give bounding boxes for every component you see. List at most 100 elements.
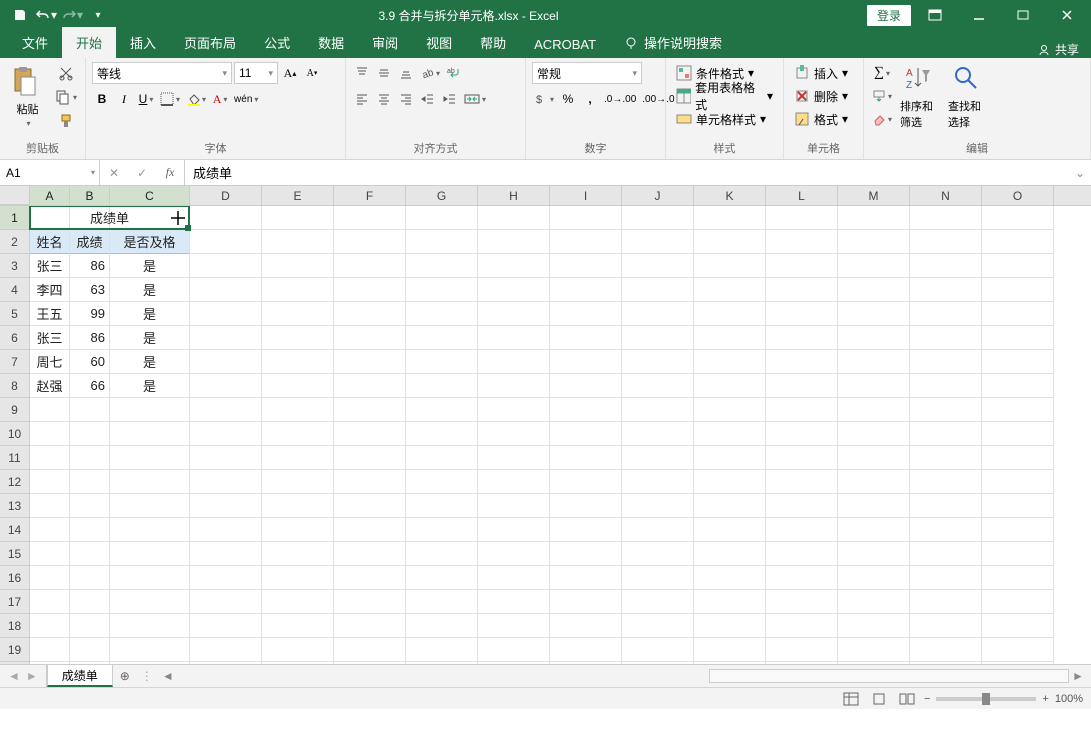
cell-A7[interactable]: 周七 <box>30 350 70 374</box>
row-header-9[interactable]: 9 <box>0 398 29 422</box>
row-header-7[interactable]: 7 <box>0 350 29 374</box>
orientation-button[interactable]: ab▾ <box>418 62 442 84</box>
row-header-1[interactable]: 1 <box>0 206 29 230</box>
tab-help[interactable]: 帮助 <box>466 27 520 58</box>
cell-A5[interactable]: 王五 <box>30 302 70 326</box>
share-button[interactable]: 共享 <box>1037 41 1079 58</box>
cell-C4[interactable]: 是 <box>110 278 190 302</box>
redo-icon[interactable]: ▾ <box>60 3 84 27</box>
row-header-6[interactable]: 6 <box>0 326 29 350</box>
tab-formulas[interactable]: 公式 <box>250 27 304 58</box>
tab-home[interactable]: 开始 <box>62 27 116 58</box>
zoom-value[interactable]: 100% <box>1055 693 1083 705</box>
cancel-edit-button[interactable]: ✕ <box>100 166 128 180</box>
cell-C6[interactable]: 是 <box>110 326 190 350</box>
tab-data[interactable]: 数据 <box>304 27 358 58</box>
row-header-14[interactable]: 14 <box>0 518 29 542</box>
tab-review[interactable]: 审阅 <box>358 27 412 58</box>
percent-button[interactable]: % <box>558 88 578 110</box>
table-format-button[interactable]: 套用表格格式▾ <box>672 85 777 107</box>
cut-button[interactable] <box>53 62 79 84</box>
login-button[interactable]: 登录 <box>867 5 911 26</box>
increase-decimal-button[interactable]: .0→.00 <box>602 88 638 110</box>
phonetic-button[interactable]: wén▾ <box>232 88 260 110</box>
bold-button[interactable]: B <box>92 88 112 110</box>
row-header-13[interactable]: 13 <box>0 494 29 518</box>
tell-me[interactable]: 操作说明搜索 <box>610 27 736 58</box>
align-left-button[interactable] <box>352 88 372 110</box>
row-header-20[interactable]: 20 <box>0 662 29 664</box>
clear-button[interactable]: ▾ <box>870 108 894 130</box>
cell-C3[interactable]: 是 <box>110 254 190 278</box>
italic-button[interactable]: I <box>114 88 134 110</box>
cell-A1[interactable]: 成绩单 <box>30 206 190 230</box>
row-header-16[interactable]: 16 <box>0 566 29 590</box>
col-header-E[interactable]: E <box>262 186 334 205</box>
row-header-5[interactable]: 5 <box>0 302 29 326</box>
row-header-3[interactable]: 3 <box>0 254 29 278</box>
cell-C2[interactable]: 是否及格 <box>110 230 190 254</box>
copy-button[interactable]: ▾ <box>53 86 79 108</box>
ribbon-display-icon[interactable] <box>915 1 955 29</box>
tab-layout[interactable]: 页面布局 <box>170 27 250 58</box>
sheet-nav-prev[interactable]: ◄ <box>8 669 20 683</box>
border-button[interactable]: ▾ <box>158 88 182 110</box>
number-format-select[interactable]: 常规▾ <box>532 62 642 84</box>
fill-button[interactable]: ▾ <box>870 85 894 107</box>
wrap-text-button[interactable]: ab <box>444 62 464 84</box>
cell-A8[interactable]: 赵强 <box>30 374 70 398</box>
cells-canvas[interactable]: 成绩单姓名成绩是否及格张三86是李四63是王五99是张三86是周七60是赵强66… <box>30 206 1091 664</box>
col-header-F[interactable]: F <box>334 186 406 205</box>
cell-A4[interactable]: 李四 <box>30 278 70 302</box>
col-header-J[interactable]: J <box>622 186 694 205</box>
col-header-H[interactable]: H <box>478 186 550 205</box>
cell-A2[interactable]: 姓名 <box>30 230 70 254</box>
cell-styles-button[interactable]: 单元格样式▾ <box>672 108 777 130</box>
cell-B8[interactable]: 66 <box>70 374 110 398</box>
sheet-nav-next[interactable]: ► <box>26 669 38 683</box>
hscroll-right[interactable]: ► <box>1069 669 1087 683</box>
page-break-view-button[interactable] <box>896 690 918 708</box>
cell-C8[interactable]: 是 <box>110 374 190 398</box>
cell-B5[interactable]: 99 <box>70 302 110 326</box>
decrease-indent-button[interactable] <box>418 88 438 110</box>
cell-B6[interactable]: 86 <box>70 326 110 350</box>
normal-view-button[interactable] <box>840 690 862 708</box>
col-header-B[interactable]: B <box>70 186 110 205</box>
formula-input[interactable]: 成绩单 <box>185 160 1069 185</box>
tab-acrobat[interactable]: ACROBAT <box>520 31 610 58</box>
row-header-8[interactable]: 8 <box>0 374 29 398</box>
name-box[interactable]: A1▾ <box>0 160 100 185</box>
comma-button[interactable]: , <box>580 88 600 110</box>
col-header-O[interactable]: O <box>982 186 1054 205</box>
row-header-12[interactable]: 12 <box>0 470 29 494</box>
insert-cells-button[interactable]: 插入▾ <box>790 62 852 84</box>
save-icon[interactable] <box>8 3 32 27</box>
find-select-button[interactable]: 查找和选择 <box>946 62 990 132</box>
delete-cells-button[interactable]: 删除▾ <box>790 85 852 107</box>
autosum-button[interactable]: ∑▾ <box>870 62 894 84</box>
row-header-10[interactable]: 10 <box>0 422 29 446</box>
col-header-K[interactable]: K <box>694 186 766 205</box>
align-right-button[interactable] <box>396 88 416 110</box>
col-header-L[interactable]: L <box>766 186 838 205</box>
undo-icon[interactable]: ▾ <box>34 3 58 27</box>
col-header-D[interactable]: D <box>190 186 262 205</box>
zoom-in-button[interactable]: + <box>1042 693 1048 705</box>
cell-B4[interactable]: 63 <box>70 278 110 302</box>
cell-C7[interactable]: 是 <box>110 350 190 374</box>
page-layout-view-button[interactable] <box>868 690 890 708</box>
expand-formula-bar[interactable]: ⌄ <box>1069 160 1091 185</box>
row-header-11[interactable]: 11 <box>0 446 29 470</box>
align-center-button[interactable] <box>374 88 394 110</box>
minimize-icon[interactable] <box>959 1 999 29</box>
row-header-17[interactable]: 17 <box>0 590 29 614</box>
format-cells-button[interactable]: 格式▾ <box>790 108 852 130</box>
cell-B7[interactable]: 60 <box>70 350 110 374</box>
add-sheet-button[interactable]: ⊕ <box>113 665 137 687</box>
col-header-A[interactable]: A <box>30 186 70 205</box>
row-header-4[interactable]: 4 <box>0 278 29 302</box>
cell-A3[interactable]: 张三 <box>30 254 70 278</box>
underline-button[interactable]: U▾ <box>136 88 156 110</box>
increase-font-button[interactable]: A▴ <box>280 62 300 84</box>
